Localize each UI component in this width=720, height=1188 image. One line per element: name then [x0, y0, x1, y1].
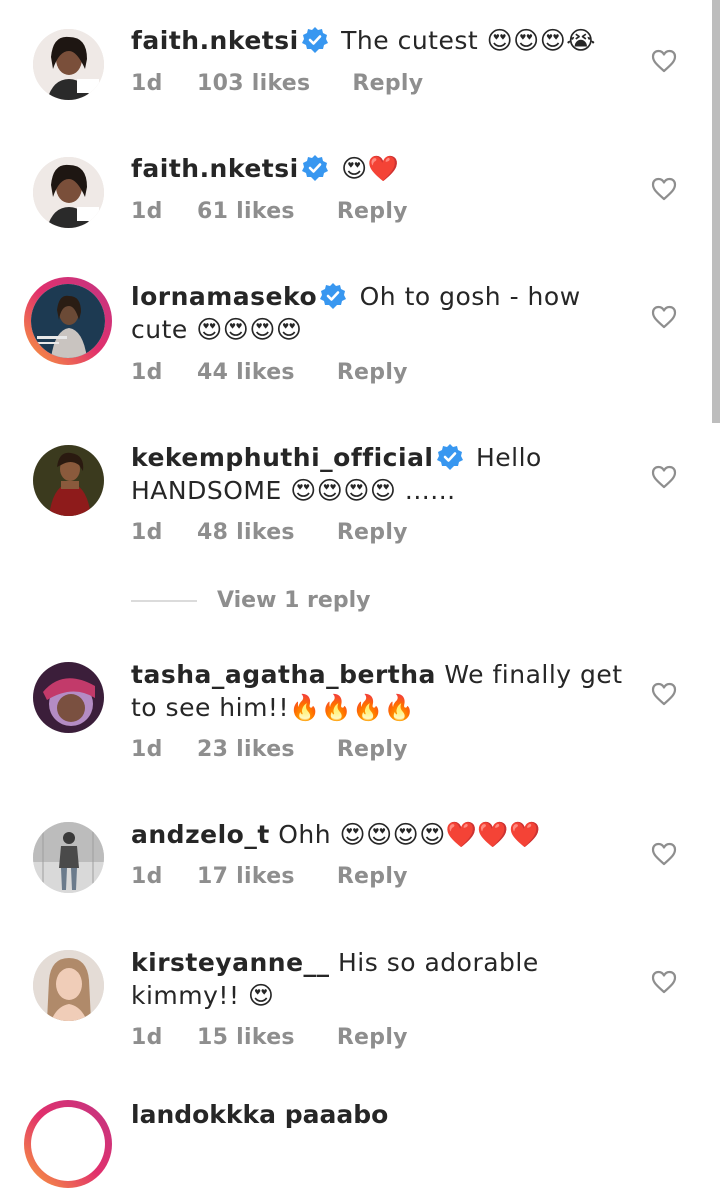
divider	[131, 599, 197, 602]
comment-likes[interactable]: 48 likes	[197, 520, 295, 545]
comment-text: andzelo_t Ohh 😍😍😍😍❤️❤️❤️	[131, 818, 631, 851]
comment-time: 1d	[131, 1025, 163, 1050]
reply-button[interactable]: Reply	[337, 520, 408, 545]
avatar[interactable]	[33, 157, 104, 228]
comment-text: faith.nketsi The cutest 😍😍😍😭	[131, 24, 631, 57]
comment-text: kirsteyanne__ His so adorable kimmy!! 😍	[131, 946, 631, 1012]
scrollbar[interactable]	[712, 0, 720, 423]
comment-text: faith.nketsi 😍❤️	[131, 152, 631, 185]
comment-text: tasha_agatha_bertha We finally get to se…	[131, 658, 631, 724]
comment-likes[interactable]: 17 likes	[197, 864, 295, 889]
avatar[interactable]	[33, 445, 104, 516]
comment-time: 1d	[131, 737, 163, 762]
comment-time: 1d	[131, 520, 163, 545]
avatar[interactable]	[33, 822, 104, 893]
comment-text: lornamaseko Oh to gosh - how cute 😍😍😍😍	[131, 280, 631, 346]
comment-username[interactable]: landokkka paaabo	[131, 1100, 388, 1129]
comment-likes[interactable]: 61 likes	[197, 199, 295, 224]
avatar-story-ring[interactable]	[24, 1100, 112, 1188]
comment-time: 1d	[131, 864, 163, 889]
view-replies-label: View 1 reply	[217, 588, 371, 613]
reply-button[interactable]: Reply	[352, 71, 423, 96]
view-replies-button[interactable]: View 1 reply	[131, 588, 370, 613]
comment-meta: 1d 15 likes Reply	[131, 1025, 408, 1050]
verified-badge-icon	[319, 282, 347, 310]
reply-button[interactable]: Reply	[337, 737, 408, 762]
avatar[interactable]	[33, 662, 104, 733]
verified-badge-icon	[436, 443, 464, 471]
comment-meta: 1d 48 likes Reply	[131, 520, 408, 545]
avatar	[31, 284, 105, 358]
comment-meta: 1d 61 likes Reply	[131, 199, 408, 224]
comment-username[interactable]: kirsteyanne__	[131, 948, 330, 977]
avatar[interactable]	[33, 29, 104, 100]
heart-outline-icon[interactable]	[651, 49, 677, 73]
comment-meta: 1d 103 likes Reply	[131, 71, 423, 96]
comment-username[interactable]: faith.nketsi	[131, 154, 299, 183]
comment-body: 😍❤️	[341, 154, 400, 183]
comment-meta: 1d 17 likes Reply	[131, 864, 408, 889]
comment-text: kekemphuthi_official Hello HANDSOME 😍😍😍😍…	[131, 441, 631, 507]
comment-username[interactable]: kekemphuthi_official	[131, 443, 434, 472]
heart-outline-icon[interactable]	[651, 177, 677, 201]
comment-username[interactable]: lornamaseko	[131, 282, 317, 311]
comment-time: 1d	[131, 360, 163, 385]
heart-outline-icon[interactable]	[651, 970, 677, 994]
comment-time: 1d	[131, 199, 163, 224]
comment-username[interactable]: andzelo_t	[131, 820, 270, 849]
verified-badge-icon	[301, 154, 329, 182]
comment-body: The cutest 😍😍😍😭	[341, 26, 597, 55]
reply-button[interactable]: Reply	[337, 199, 408, 224]
comment-time: 1d	[131, 71, 163, 96]
heart-outline-icon[interactable]	[651, 465, 677, 489]
verified-badge-icon	[301, 26, 329, 54]
comment-likes[interactable]: 15 likes	[197, 1025, 295, 1050]
avatar-story-ring[interactable]	[24, 277, 112, 365]
heart-outline-icon[interactable]	[651, 682, 677, 706]
avatar[interactable]	[33, 950, 104, 1021]
comment-likes[interactable]: 44 likes	[197, 360, 295, 385]
heart-outline-icon[interactable]	[651, 842, 677, 866]
comment-meta: 1d 44 likes Reply	[131, 360, 408, 385]
comment-body: Ohh 😍😍😍😍❤️❤️❤️	[278, 820, 541, 849]
heart-outline-icon[interactable]	[651, 305, 677, 329]
reply-button[interactable]: Reply	[337, 864, 408, 889]
reply-button[interactable]: Reply	[337, 360, 408, 385]
reply-button[interactable]: Reply	[337, 1025, 408, 1050]
comment-likes[interactable]: 23 likes	[197, 737, 295, 762]
comment-username[interactable]: tasha_agatha_bertha	[131, 660, 436, 689]
comment-likes[interactable]: 103 likes	[197, 71, 310, 96]
comment-username[interactable]: faith.nketsi	[131, 26, 299, 55]
comment-meta: 1d 23 likes Reply	[131, 737, 408, 762]
